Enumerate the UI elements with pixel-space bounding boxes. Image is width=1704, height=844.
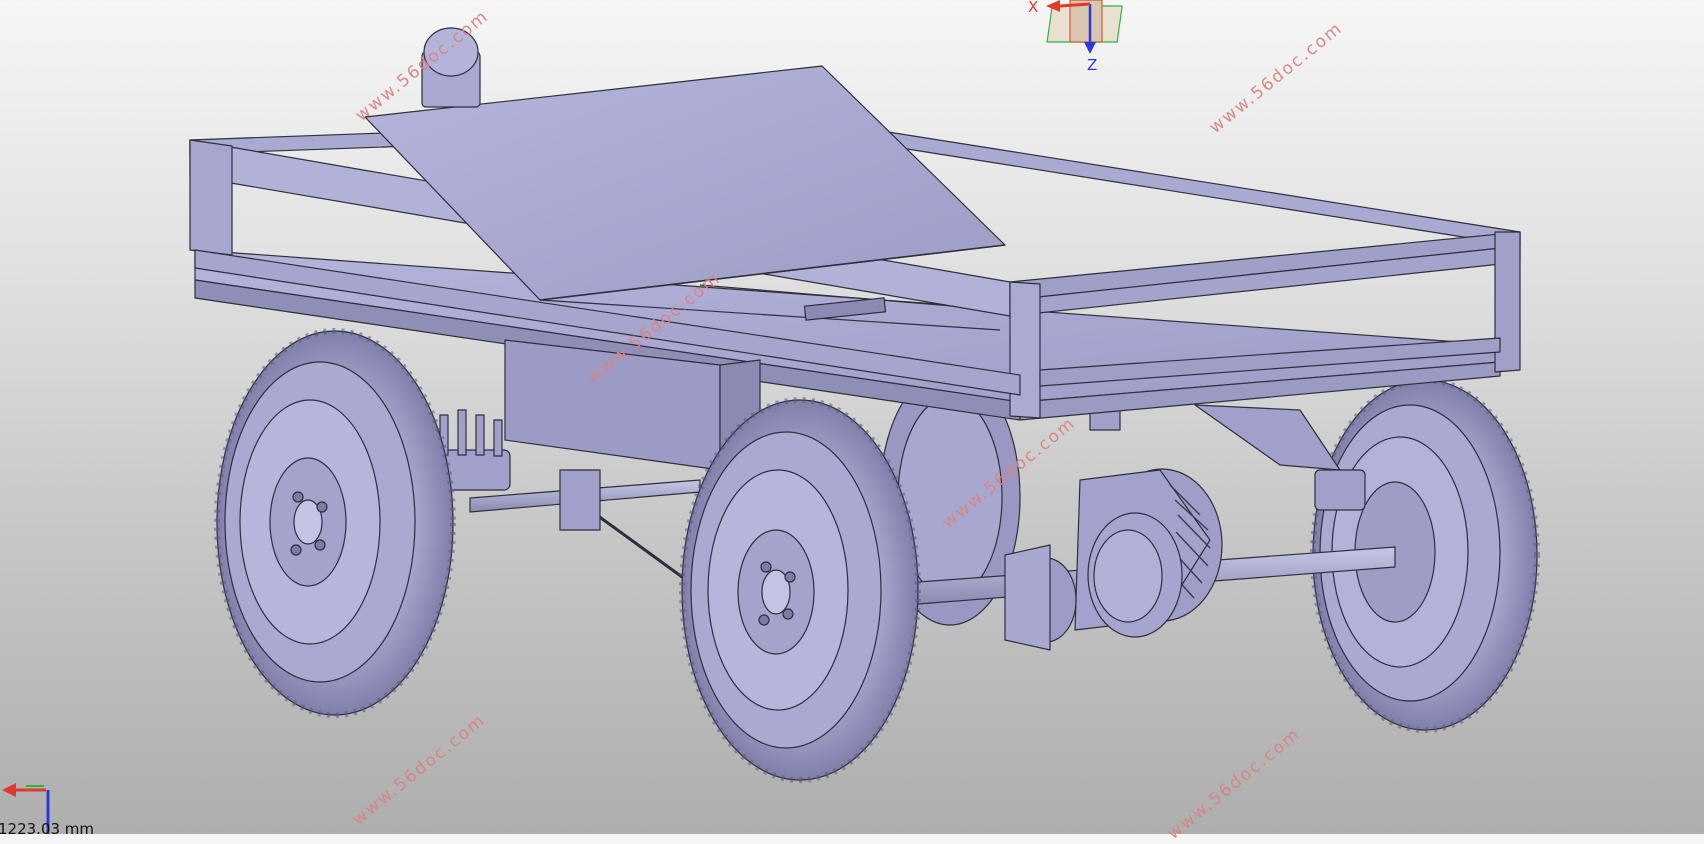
wheel-front-left — [214, 328, 456, 718]
3d-viewport[interactable]: www.56doc.com www.56doc.com www.56doc.co… — [0, 0, 1704, 844]
wheel-front-right — [679, 397, 921, 783]
cad-model-scene[interactable] — [0, 0, 1704, 834]
compass-x-label: X — [1028, 0, 1039, 16]
view-compass[interactable] — [1046, 0, 1123, 54]
scale-readout: 1223.03 mm — [0, 820, 95, 838]
compass-z-label: Z — [1087, 56, 1098, 74]
drive-motor — [1004, 468, 1223, 651]
